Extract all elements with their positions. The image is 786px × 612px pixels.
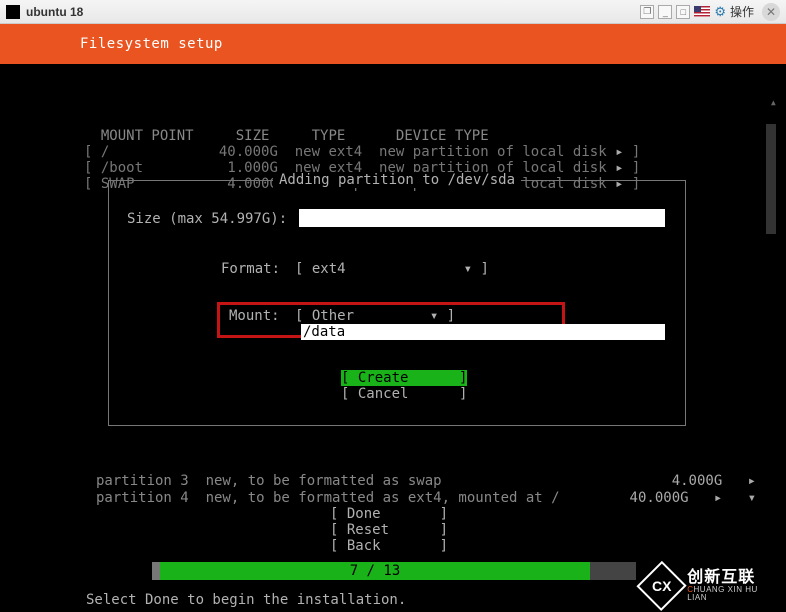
back-button[interactable]: [ Back ] xyxy=(330,538,448,554)
format-label: Format: xyxy=(221,261,280,277)
progress-bar: 7 / 13 xyxy=(160,562,590,580)
chevron-down-icon: ▾ xyxy=(464,261,472,277)
watermark-logo: CX xyxy=(636,561,686,611)
terminal-screen: Filesystem setup MOUNT POINT SIZE TYPE D… xyxy=(0,24,786,612)
done-button[interactable]: [ Done ] xyxy=(330,506,448,522)
scroll-up-icon[interactable]: ▴ xyxy=(770,94,777,110)
restore-icon[interactable]: ❐ xyxy=(640,5,654,19)
mount-label: Mount: xyxy=(229,308,280,324)
gear-icon[interactable]: ⚙ xyxy=(714,4,726,20)
size-input[interactable] xyxy=(299,209,665,227)
lang-flag-icon[interactable] xyxy=(694,6,710,17)
cancel-button[interactable]: [ Cancel ] xyxy=(341,386,467,402)
progress-edge xyxy=(152,562,160,580)
watermark: CX 创新互联 CHUANG XIN HU LIAN xyxy=(636,560,786,612)
partition-summary: partition 3 new, to be formatted as swap… xyxy=(96,456,560,524)
reset-button[interactable]: [ Reset ] xyxy=(330,522,448,538)
scrollbar[interactable] xyxy=(766,124,776,234)
close-icon[interactable]: ✕ xyxy=(762,3,780,21)
window-titlebar: ubuntu 18 ❐ _ □ ⚙ 操作 ✕ xyxy=(0,0,786,24)
chevron-down-icon: ▾ xyxy=(430,308,438,324)
page-title: Filesystem setup xyxy=(0,24,786,64)
action-menu[interactable]: 操作 xyxy=(730,3,754,20)
partition-sizes: 4.000G ▸ 40.000G ▸ ▾ xyxy=(630,456,756,524)
window-icon xyxy=(6,5,20,19)
list-item[interactable]: partition 4 new, to be formatted as ext4… xyxy=(96,490,560,506)
size-label: Size (max 54.997G): xyxy=(127,211,287,227)
hint-text: Select Done to begin the installation. xyxy=(86,592,406,608)
list-item[interactable]: partition 3 new, to be formatted as swap xyxy=(96,473,442,489)
table-header: MOUNT POINT SIZE TYPE DEVICE TYPE xyxy=(84,128,489,144)
mount-select[interactable]: [ Other ▾ ] xyxy=(295,308,461,324)
window-controls: ❐ _ □ ⚙ 操作 ✕ xyxy=(640,3,780,21)
maximize-icon[interactable]: □ xyxy=(676,5,690,19)
format-select[interactable]: [ ext4 ▾ ] xyxy=(295,261,473,277)
minimize-icon[interactable]: _ xyxy=(658,5,672,19)
watermark-en: CHUANG XIN HU LIAN xyxy=(687,586,778,602)
create-button[interactable]: [ Create ] xyxy=(341,370,467,386)
watermark-cn: 创新互联 xyxy=(687,570,778,586)
dialog-title: Adding partition to /dev/sda xyxy=(273,172,521,188)
add-partition-dialog: Adding partition to /dev/sda Size (max 5… xyxy=(108,180,686,426)
window-title: ubuntu 18 xyxy=(26,5,640,19)
mount-path-input[interactable]: /data xyxy=(301,324,665,340)
progress-text: 7 / 13 xyxy=(350,563,401,579)
table-row[interactable]: [ / 40.000G new ext4 new partition of lo… xyxy=(84,144,640,160)
page-title-text: Filesystem setup xyxy=(80,36,223,52)
